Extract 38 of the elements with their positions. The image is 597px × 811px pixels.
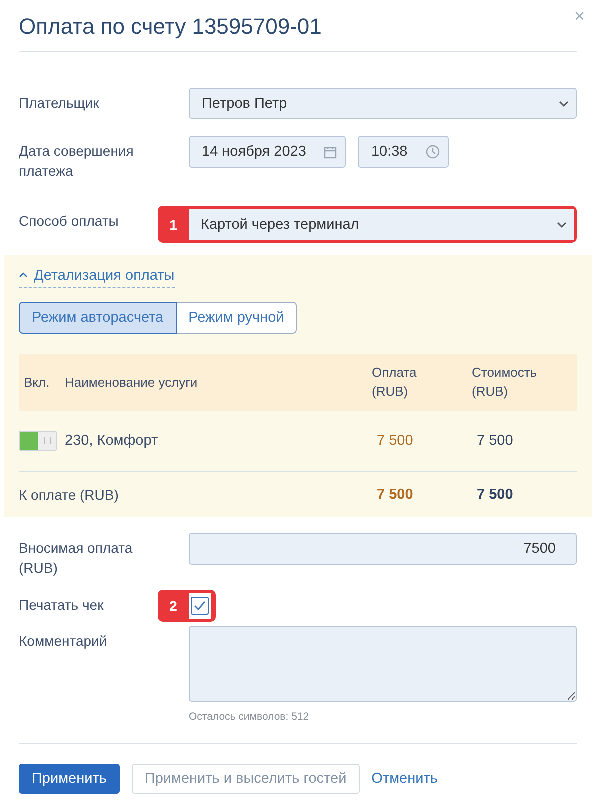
total-value: 7 500: [476, 486, 514, 502]
check-icon: [194, 601, 206, 611]
field-label: Дата совершения платежа: [19, 142, 135, 181]
mode-tab[interactable]: Режим авторасчета: [19, 302, 177, 334]
time-field[interactable]: 10:38: [358, 136, 449, 168]
checkbox[interactable]: [191, 597, 209, 615]
apply-evict-button[interactable]: Применить и выселить гостей: [132, 764, 360, 794]
apply-button[interactable]: Применить: [19, 764, 120, 794]
field-label: Вносимая оплата (RUB): [19, 539, 134, 578]
clock-icon: [426, 145, 440, 159]
dialog-title: Оплата по счету 13595709-01: [19, 13, 323, 41]
select-field[interactable]: Петров Петр: [189, 88, 577, 119]
calendar-icon: [324, 146, 338, 158]
callout-number: 1: [168, 216, 178, 232]
char-counter: Осталось символов: 512: [189, 711, 310, 723]
field-label: Комментарий: [19, 632, 108, 651]
field-label: Плательщик: [19, 94, 100, 113]
input-field[interactable]: 7500: [189, 533, 577, 565]
table-cell-text: 7 500: [476, 432, 514, 448]
mode-tab[interactable]: Режим ручной: [176, 302, 298, 334]
callout-number: 2: [168, 598, 178, 614]
column-header: Стоимость (RUB): [472, 364, 538, 401]
table-cell-text: 230, Комфорт: [65, 432, 160, 448]
table-cell-text: 7 500: [376, 432, 414, 448]
field-label: Печатать чек: [19, 596, 105, 615]
total-value: 7 500: [376, 486, 414, 502]
column-header: Наименование услуги: [65, 374, 199, 392]
toggle-switch[interactable]: [19, 430, 57, 450]
date-field[interactable]: 14 ноября 2023: [189, 136, 346, 168]
details-toggle[interactable]: Детализация оплаты: [19, 268, 175, 288]
chevron-up-icon: [19, 271, 28, 280]
comment-field[interactable]: [189, 626, 577, 702]
select-field[interactable]: Картой через терминал: [189, 209, 574, 240]
total-label: К оплате (RUB): [19, 486, 120, 502]
column-header: Оплата (RUB): [372, 364, 418, 401]
cancel-link[interactable]: Отменить: [372, 771, 438, 787]
column-header: Вкл.: [23, 374, 51, 392]
field-label: Способ оплаты: [19, 212, 120, 231]
